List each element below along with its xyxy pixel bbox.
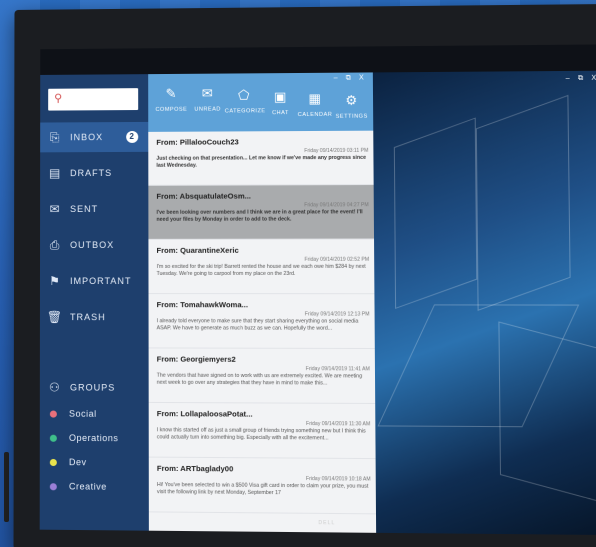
- outbox-icon: ⎙: [49, 237, 61, 252]
- categorize-label: CATEGORIZE: [224, 108, 266, 115]
- message-sender: From: Georgiemyers2: [156, 354, 236, 364]
- message-preview: Hi! You've been selected to win a $500 V…: [156, 481, 369, 497]
- message-date: Friday 09/14/2019 11:41 AM: [305, 366, 370, 373]
- monitor: ⚲ ⎘ INBOX 2 ▤ DRAFTS ✉ SENT ⎙ OUTBOX ⚑ I…: [13, 3, 596, 547]
- calendar-button[interactable]: ▦ CALENDAR: [296, 91, 335, 118]
- glass-pane: [475, 94, 571, 311]
- flag-icon: ⚑: [49, 273, 61, 289]
- sidebar-item-inbox[interactable]: ⎘ INBOX 2: [40, 121, 149, 153]
- unread-label: UNREAD: [194, 106, 221, 113]
- glass-pane: [393, 117, 478, 309]
- group-label: Creative: [68, 481, 107, 492]
- unread-count-badge: 2: [126, 130, 139, 143]
- sidebar-item-drafts[interactable]: ▤ DRAFTS: [40, 158, 148, 188]
- message-list: From: PillalooCouch23 Friday 09/14/2019 …: [148, 130, 377, 533]
- list-item[interactable]: From: ARTbaglady00 Friday 09/14/2019 10:…: [148, 457, 376, 515]
- list-item[interactable]: From: LollapaloosaPotat... Friday 09/14/…: [148, 402, 376, 460]
- sidebar-item-important[interactable]: ⚑ IMPORTANT: [40, 266, 149, 296]
- group-label: Dev: [68, 457, 87, 468]
- compose-label: COMPOSE: [155, 106, 188, 113]
- gear-icon: ⚙: [345, 92, 358, 108]
- chat-button[interactable]: ▣ CHAT: [261, 89, 300, 116]
- message-date: Friday 09/14/2019 02:52 PM: [304, 256, 370, 263]
- chat-icon: ▣: [273, 89, 287, 105]
- message-sender: From: AbsquatulateOsm...: [156, 191, 251, 201]
- search-input[interactable]: ⚲: [48, 88, 139, 111]
- calendar-label: CALENDAR: [297, 111, 333, 119]
- group-item-creative[interactable]: Creative: [40, 471, 149, 502]
- unread-icon: ✉: [201, 85, 214, 101]
- group-dot-icon: [49, 482, 57, 490]
- compose-button[interactable]: ✎ COMPOSE: [152, 86, 190, 113]
- message-date: Friday 09/14/2019 12:13 PM: [304, 311, 370, 318]
- sidebar-item-label: INBOX: [70, 132, 104, 143]
- tag-icon: ⬠: [237, 87, 250, 103]
- unread-button[interactable]: ✉ UNREAD: [188, 86, 226, 113]
- sidebar-item-trash[interactable]: 🗑 TRASH: [40, 302, 149, 332]
- sidebar-item-label: IMPORTANT: [70, 275, 132, 287]
- message-sender: From: LollapaloosaPotat...: [156, 409, 253, 419]
- drafts-icon: ▤: [48, 166, 62, 181]
- group-label: Social: [68, 408, 97, 419]
- message-sender: From: QuarantineXeric: [156, 245, 239, 255]
- list-item-selected[interactable]: From: AbsquatulateOsm... Friday 09/14/20…: [148, 185, 375, 240]
- categorize-button[interactable]: ⬠ CATEGORIZE: [224, 87, 266, 115]
- message-sender: From: TomahawkWoma...: [156, 300, 248, 310]
- sidebar-item-label: DRAFTS: [70, 167, 113, 179]
- message-preview: I know this started off as just a small …: [156, 427, 366, 442]
- sidebar-item-label: SENT: [70, 203, 99, 215]
- stylus: [4, 452, 9, 522]
- mail-toolbar: – ⧉ X ✎ COMPOSE ✉ UNREAD ⬠ CATEGORIZE ▣ …: [148, 72, 374, 132]
- trash-icon: 🗑: [46, 310, 64, 325]
- sent-icon: ✉: [49, 202, 61, 217]
- message-preview: I'm so excited for the ski trip! Barrett…: [156, 263, 366, 277]
- message-preview: I already told everyone to make sure tha…: [156, 318, 359, 332]
- compose-icon: ✎: [165, 85, 178, 101]
- screen: ⚲ ⎘ INBOX 2 ▤ DRAFTS ✉ SENT ⎙ OUTBOX ⚑ I…: [39, 44, 596, 536]
- group-dot-icon: [49, 410, 57, 418]
- list-item[interactable]: From: TomahawkWoma... Friday 09/14/2019 …: [148, 294, 375, 350]
- dell-logo: DELL: [318, 520, 336, 527]
- settings-button[interactable]: ⚙ SETTINGS: [332, 93, 371, 120]
- message-date: Friday 09/14/2019 10:18 AM: [305, 475, 371, 483]
- photo-window: – ⧉ X: [372, 70, 596, 536]
- list-item[interactable]: From: QuarantineXeric Friday 09/14/2019 …: [148, 239, 375, 295]
- group-label: Operations: [68, 432, 119, 444]
- groups-label: GROUPS: [69, 382, 116, 393]
- message-sender: From: PillalooCouch23: [156, 137, 239, 147]
- message-sender: From: ARTbaglady00: [156, 463, 234, 474]
- search-icon: ⚲: [54, 92, 63, 105]
- photo-window-controls[interactable]: – ⧉ X: [566, 75, 596, 83]
- sidebar-item-outbox[interactable]: ⎙ OUTBOX: [40, 230, 148, 260]
- group-dot-icon: [49, 434, 57, 442]
- message-date: Friday 09/14/2019 04:27 PM: [304, 202, 369, 209]
- sidebar-item-label: OUTBOX: [70, 239, 115, 250]
- window-controls[interactable]: – ⧉ X: [334, 74, 367, 82]
- settings-label: SETTINGS: [335, 113, 368, 120]
- message-date: Friday 09/14/2019 03:11 PM: [304, 147, 369, 155]
- group-dot-icon: [49, 458, 57, 466]
- list-item[interactable]: From: Georgiemyers2 Friday 09/14/2019 11…: [148, 348, 376, 404]
- message-preview: The vendors that have signed on to work …: [156, 372, 363, 387]
- inbox-icon: ⎘: [49, 129, 61, 144]
- groups-icon: ⚇: [48, 380, 61, 395]
- list-item[interactable]: From: PillalooCouch23 Friday 09/14/2019 …: [148, 130, 374, 186]
- top-strip: [40, 44, 596, 75]
- message-preview: Just checking on that presentation... Le…: [156, 154, 367, 169]
- sidebar: ⚲ ⎘ INBOX 2 ▤ DRAFTS ✉ SENT ⎙ OUTBOX ⚑ I…: [39, 74, 149, 531]
- calendar-icon: ▦: [308, 90, 322, 106]
- chat-label: CHAT: [272, 110, 289, 117]
- sidebar-item-sent[interactable]: ✉ SENT: [40, 194, 148, 224]
- sidebar-item-label: TRASH: [70, 312, 106, 323]
- glass-pane: [498, 321, 596, 504]
- message-preview: I've been looking over numbers and I thi…: [156, 209, 363, 223]
- message-date: Friday 09/14/2019 11:30 AM: [306, 420, 371, 428]
